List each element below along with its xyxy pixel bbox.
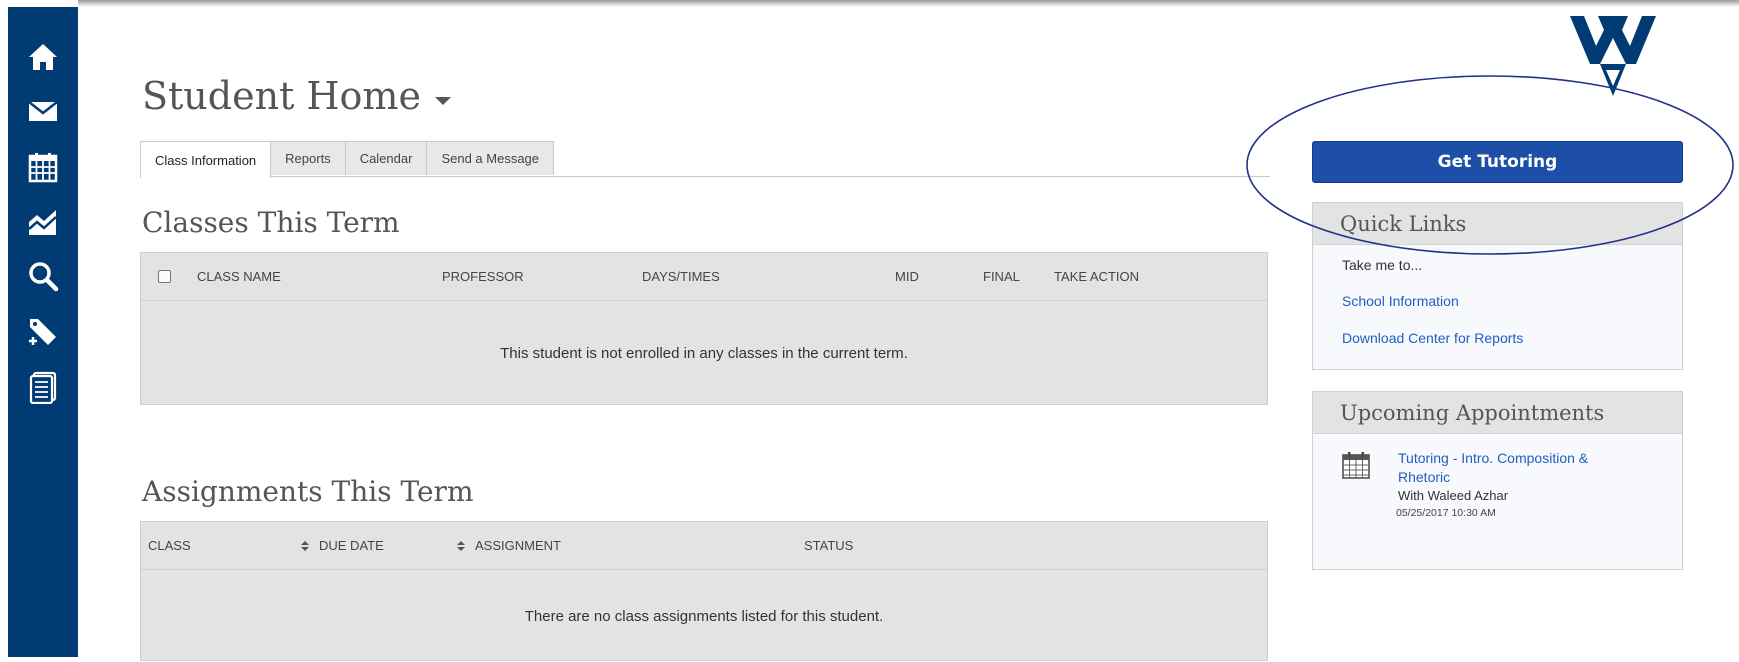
tab-class-information[interactable]: Class Information xyxy=(140,141,272,178)
tab-bar: Class Information Reports Calendar Send … xyxy=(140,141,555,178)
mail-icon[interactable] xyxy=(23,91,63,131)
search-icon[interactable] xyxy=(23,256,63,296)
quick-links-intro: Take me to... xyxy=(1342,257,1423,273)
tab-send-a-message[interactable]: Send a Message xyxy=(427,141,555,175)
sort-icon[interactable] xyxy=(301,540,309,551)
top-border xyxy=(78,0,1739,7)
sort-icon[interactable] xyxy=(457,540,465,551)
column-final[interactable]: FINAL xyxy=(983,253,1020,300)
tab-calendar[interactable]: Calendar xyxy=(345,141,428,175)
appointment-time: 05/25/2017 10:30 AM xyxy=(1396,507,1496,519)
column-days-times[interactable]: DAYS/TIMES xyxy=(642,253,720,300)
download-center-link[interactable]: Download Center for Reports xyxy=(1313,330,1682,346)
sidebar xyxy=(8,7,78,657)
page-title-area: Student Home xyxy=(142,74,451,118)
classes-table-header: CLASS NAME PROFESSOR DAYS/TIMES MID FINA… xyxy=(141,253,1267,301)
upcoming-appointments-panel: Upcoming Appointments Tutoring - Intro. … xyxy=(1312,391,1683,570)
column-due-date-group[interactable]: DUE DATE xyxy=(301,522,384,569)
column-mid[interactable]: MID xyxy=(895,253,919,300)
chart-icon[interactable] xyxy=(23,202,63,242)
quick-links-title: Quick Links xyxy=(1313,203,1682,245)
caret-down-icon[interactable] xyxy=(434,97,451,105)
get-tutoring-button[interactable]: Get Tutoring xyxy=(1312,141,1683,183)
column-take-action: TAKE ACTION xyxy=(1054,269,1139,284)
column-class[interactable]: CLASS xyxy=(148,522,191,569)
calendar-icon xyxy=(1342,452,1370,479)
select-all-checkbox-cell xyxy=(158,253,171,300)
column-professor[interactable]: PROFESSOR xyxy=(442,253,524,300)
classes-section-title: Classes This Term xyxy=(142,206,400,239)
classes-empty-message: This student is not enrolled in any clas… xyxy=(500,344,908,362)
select-all-checkbox[interactable] xyxy=(158,270,171,283)
tab-reports[interactable]: Reports xyxy=(271,141,346,175)
page-title: Student Home xyxy=(142,74,421,118)
column-class-name[interactable]: CLASS NAME xyxy=(197,253,281,300)
assignments-empty-message: There are no class assignments listed fo… xyxy=(524,607,884,625)
appointment-with: With Waleed Azhar xyxy=(1398,488,1509,503)
assignments-table-header: CLASS DUE DATE ASSIGNMENT STATUS xyxy=(141,522,1267,570)
tag-icon[interactable] xyxy=(23,312,63,352)
assignments-table: CLASS DUE DATE ASSIGNMENT STATUS There a… xyxy=(140,521,1268,661)
home-icon[interactable] xyxy=(23,37,63,77)
column-due-date: DUE DATE xyxy=(319,538,384,553)
appointment-title-link[interactable]: Tutoring - Intro. Composition & Rhetoric xyxy=(1398,449,1638,487)
wv-logo xyxy=(1570,16,1656,96)
notebook-icon[interactable] xyxy=(23,367,63,407)
upcoming-appointments-title: Upcoming Appointments xyxy=(1313,392,1682,434)
classes-table: CLASS NAME PROFESSOR DAYS/TIMES MID FINA… xyxy=(140,252,1268,405)
column-assignment: ASSIGNMENT xyxy=(475,538,561,553)
column-status[interactable]: STATUS xyxy=(804,522,853,569)
school-information-link[interactable]: School Information xyxy=(1313,293,1682,309)
left-edge xyxy=(0,0,8,657)
quick-links-panel: Quick Links Take me to... School Informa… xyxy=(1312,202,1683,370)
assignments-section-title: Assignments This Term xyxy=(142,475,474,508)
column-assignment-group[interactable]: ASSIGNMENT xyxy=(457,522,561,569)
calendar-icon[interactable] xyxy=(23,147,63,187)
appointment-item: Tutoring - Intro. Composition & Rhetoric… xyxy=(1313,434,1682,569)
